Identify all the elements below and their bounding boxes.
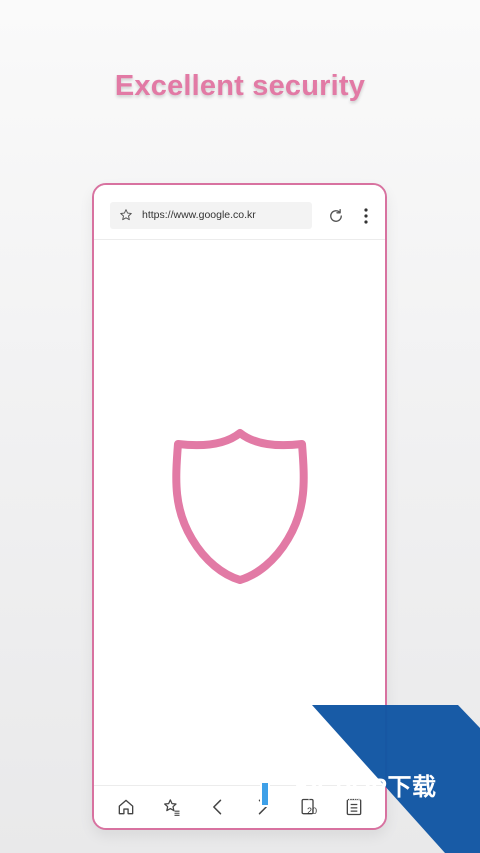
reload-icon[interactable] xyxy=(327,207,345,225)
more-vertical-icon[interactable] xyxy=(362,207,370,225)
bookmarks-icon[interactable] xyxy=(162,797,182,817)
shield-icon xyxy=(172,429,308,584)
home-icon[interactable] xyxy=(116,797,136,817)
web-content xyxy=(94,240,385,785)
url-field[interactable]: https://www.google.co.kr xyxy=(110,202,312,229)
address-bar: https://www.google.co.kr xyxy=(94,185,385,240)
back-icon[interactable] xyxy=(208,797,228,817)
forward-icon[interactable] xyxy=(252,797,272,817)
url-text: https://www.google.co.kr xyxy=(142,209,256,221)
promo-headline: Excellent security xyxy=(114,70,366,102)
watermark-sub: PCPOP Download xyxy=(308,793,370,802)
star-icon[interactable] xyxy=(119,208,133,222)
phone-frame: https://www.google.co.kr 20 xyxy=(92,183,387,830)
tab-count: 20 xyxy=(307,806,318,816)
